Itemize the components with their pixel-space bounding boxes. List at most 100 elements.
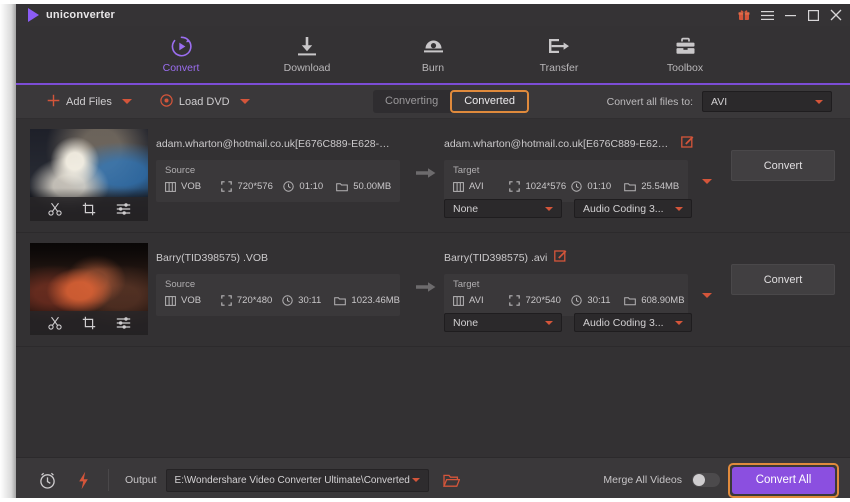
hamburger-menu-icon[interactable] xyxy=(761,10,774,21)
toolbox-icon xyxy=(675,36,696,58)
load-dvd-dropdown-caret[interactable] xyxy=(239,99,250,104)
convert-all-to-label: Convert all files to: xyxy=(606,95,693,108)
clock-icon xyxy=(282,295,293,306)
subtitle-select[interactable]: None xyxy=(444,313,562,332)
row-selects: None Audio Coding 3... xyxy=(444,313,692,332)
source-section-label: Source xyxy=(165,165,196,176)
convert-all-to-group: Convert all files to: AVI xyxy=(607,91,832,112)
nav-tab-convert-label: Convert xyxy=(162,61,200,74)
source-format-value: VOB xyxy=(181,181,202,192)
chevron-down-icon[interactable] xyxy=(411,478,420,482)
film-icon xyxy=(453,181,464,192)
window-left-shadow xyxy=(0,4,16,498)
trim-scissors-icon[interactable] xyxy=(47,316,62,330)
table-row: adam.wharton@hotmail.co.uk[E676C889-E628… xyxy=(16,119,850,233)
trim-scissors-icon[interactable] xyxy=(47,202,62,216)
nav-tab-transfer[interactable]: Transfer xyxy=(520,36,598,74)
toggle-knob xyxy=(693,474,705,486)
action-toolbar: Add Files Load DVD Converting Converted … xyxy=(16,85,850,119)
target-meta-card: Target AVI 1024*576 01:10 25.54MB xyxy=(444,160,712,202)
add-files-dropdown-caret[interactable] xyxy=(121,99,132,104)
minimize-icon[interactable] xyxy=(785,7,797,18)
source-duration: 01:10 xyxy=(283,181,336,192)
nav-tab-download[interactable]: Download xyxy=(268,36,346,74)
subtitle-select[interactable]: None xyxy=(444,199,562,218)
resize-icon xyxy=(221,295,232,306)
convert-button[interactable]: Convert xyxy=(731,150,835,181)
convert-all-to-select[interactable]: AVI xyxy=(702,91,832,112)
target-file-title: Barry(TID398575) .avi xyxy=(444,252,548,264)
source-duration-value: 01:10 xyxy=(299,181,324,192)
target-meta-items: AVI 1024*576 01:10 25.54MB xyxy=(453,181,688,192)
subtitle-select-value: None xyxy=(453,202,479,215)
video-thumbnail[interactable] xyxy=(30,129,148,221)
target-section: Barry(TID398575) .avi Target AVI 720*540… xyxy=(444,249,712,316)
source-meta-card: Source VOB 720*576 01:10 50.00MB xyxy=(156,160,400,202)
edit-pencil-icon[interactable] xyxy=(681,135,694,153)
row-content: adam.wharton@hotmail.co.uk[E676C889-E628… xyxy=(148,119,850,232)
chevron-down-icon xyxy=(702,178,712,184)
thumbnail-tools xyxy=(30,197,148,221)
crop-icon[interactable] xyxy=(82,316,96,330)
target-format: AVI xyxy=(453,181,509,192)
film-icon xyxy=(453,295,464,306)
thumbnail-tools xyxy=(30,311,148,335)
effect-sliders-icon[interactable] xyxy=(116,202,131,216)
target-meta-items: AVI 720*540 30:11 608.90MB xyxy=(453,295,688,306)
convert-circle-play-icon xyxy=(170,36,193,58)
convert-all-button[interactable]: Convert All xyxy=(732,466,835,494)
maximize-icon[interactable] xyxy=(808,9,819,21)
video-thumbnail[interactable] xyxy=(30,243,148,335)
output-label: Output xyxy=(125,474,157,486)
nav-tab-toolbox[interactable]: Toolbox xyxy=(646,36,724,74)
lightning-bolt-icon[interactable] xyxy=(77,471,90,490)
target-caret-box[interactable] xyxy=(696,174,718,188)
output-path-input[interactable]: E:\Wondershare Video Converter Ultimate\… xyxy=(165,468,429,492)
target-size: 25.54MB xyxy=(624,181,688,192)
target-settings-dropdown[interactable] xyxy=(696,288,718,302)
chevron-down-icon xyxy=(675,206,683,211)
folder-icon xyxy=(624,182,637,191)
merge-all-videos-toggle[interactable] xyxy=(692,473,720,487)
audio-track-select[interactable]: Audio Coding 3... xyxy=(574,199,692,218)
resize-icon xyxy=(509,295,521,306)
nav-tab-burn[interactable]: Burn xyxy=(394,36,472,74)
add-files-label: Add Files xyxy=(66,95,112,108)
source-file-title: adam.wharton@hotmail.co.uk[E676C889-E628… xyxy=(156,138,392,150)
source-format: VOB xyxy=(165,181,221,192)
audio-track-select[interactable]: Audio Coding 3... xyxy=(574,313,692,332)
source-format-value: VOB xyxy=(181,295,202,306)
disc-icon xyxy=(160,93,173,110)
add-files-button[interactable]: Add Files xyxy=(47,94,112,110)
target-settings-dropdown[interactable] xyxy=(696,174,718,188)
tab-converting[interactable]: Converting xyxy=(373,90,450,113)
subtitle-select-value: None xyxy=(453,316,479,329)
target-size-value: 608.90MB xyxy=(641,295,685,306)
burn-disc-icon xyxy=(423,36,444,58)
film-icon xyxy=(165,181,176,192)
bottom-bar: Output E:\Wondershare Video Converter Ul… xyxy=(16,457,850,498)
output-path-value: E:\Wondershare Video Converter Ultimate\… xyxy=(174,474,410,486)
source-duration-value: 30:11 xyxy=(298,295,322,306)
load-dvd-label: Load DVD xyxy=(178,95,230,108)
nav-tab-convert[interactable]: Convert xyxy=(142,36,220,74)
merge-all-videos-label: Merge All Videos xyxy=(603,474,682,486)
edit-pencil-icon[interactable] xyxy=(554,249,567,267)
alarm-clock-icon[interactable] xyxy=(38,471,57,490)
source-meta-card: Source VOB 720*480 30:11 1023.46MB xyxy=(156,274,400,316)
audio-track-select-value: Audio Coding 3... xyxy=(583,316,664,329)
convert-button[interactable]: Convert xyxy=(731,264,835,295)
target-caret-box[interactable] xyxy=(696,288,718,302)
effect-sliders-icon[interactable] xyxy=(116,316,131,330)
gift-icon[interactable] xyxy=(738,9,750,21)
app-title: uniconverter xyxy=(46,9,116,21)
target-format-value: AVI xyxy=(469,181,484,192)
close-icon[interactable] xyxy=(830,9,842,21)
tab-converted[interactable]: Converted xyxy=(450,90,529,113)
open-folder-icon[interactable] xyxy=(442,473,460,488)
load-dvd-button[interactable]: Load DVD xyxy=(160,93,230,110)
play-triangle-icon xyxy=(28,8,39,22)
crop-icon[interactable] xyxy=(82,202,96,216)
target-section-label: Target xyxy=(453,165,480,176)
chevron-down-icon xyxy=(545,320,553,325)
